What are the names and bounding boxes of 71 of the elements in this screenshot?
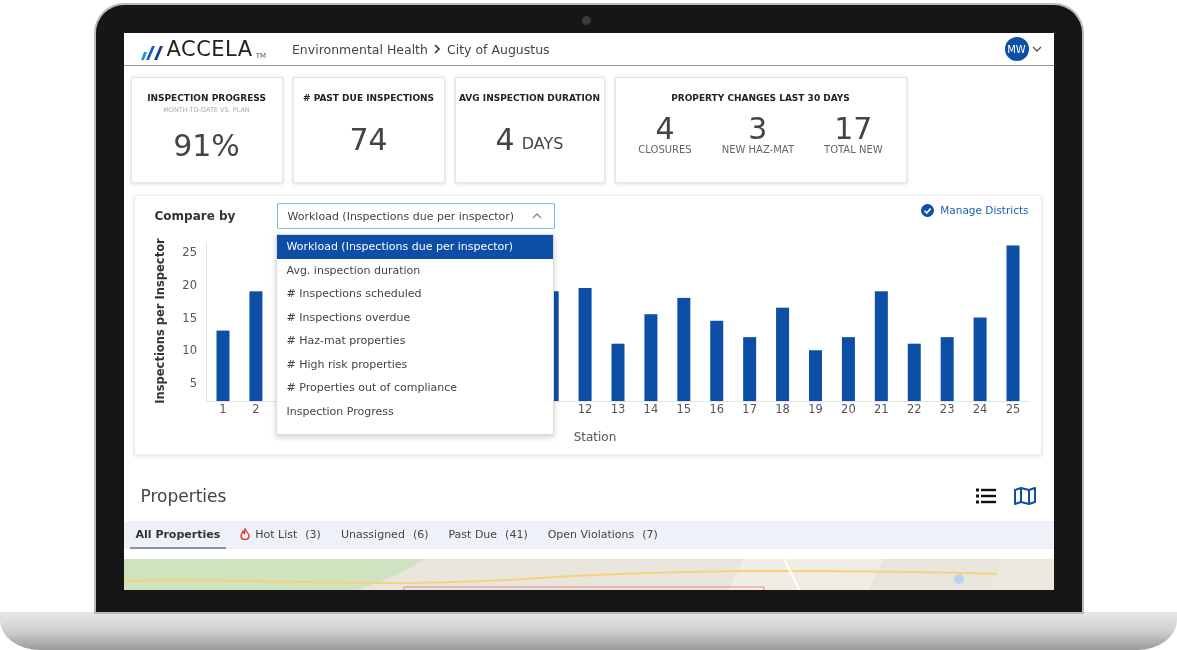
x-tick-label: 23 <box>939 402 954 416</box>
breadcrumb-link[interactable]: Environmental Health <box>291 41 428 57</box>
y-tick-label: 20 <box>181 277 197 292</box>
dropdown-option[interactable]: # Haz-mat properties <box>276 329 553 353</box>
user-avatar[interactable]: MW <box>1004 37 1029 61</box>
x-tick-label: 12 <box>577 402 592 416</box>
x-tick-label: 14 <box>643 402 658 416</box>
filter-tab[interactable]: Past Due (41) <box>442 521 534 549</box>
x-tick-label: 17 <box>741 402 757 416</box>
x-axis-title: Station <box>573 430 616 444</box>
camera-icon <box>581 16 591 25</box>
y-tick-label: 5 <box>189 376 197 390</box>
kpi-value: 91% <box>173 127 240 163</box>
kpi-title: INSPECTION PROGRESS <box>147 93 266 103</box>
manage-districts-link[interactable]: Manage Districts <box>921 203 1029 217</box>
dropdown-option[interactable]: # Properties out of compliance <box>276 376 553 400</box>
x-tick-label: 19 <box>807 402 823 416</box>
x-tick-label: 15 <box>676 402 691 416</box>
kpi-unit: DAYS <box>521 134 564 153</box>
y-tick-label: 10 <box>181 343 197 358</box>
bar <box>216 330 229 401</box>
logo-text: ACCELA <box>166 38 253 60</box>
breadcrumb-link[interactable]: City of Augustus <box>446 41 550 57</box>
bar <box>611 343 624 401</box>
kpi-stat-label: TOTAL NEW <box>824 144 883 155</box>
bar <box>940 337 954 401</box>
dropdown-option[interactable]: Inspection Progress <box>276 399 553 423</box>
kpi-title: # PAST DUE INSPECTIONS <box>302 93 435 103</box>
filter-tab[interactable]: Unassigned (6) <box>334 521 435 549</box>
chevron-right-icon <box>433 44 441 54</box>
bar <box>907 343 921 401</box>
x-tick-label: 16 <box>708 402 724 416</box>
x-tick-label: 20 <box>840 402 856 416</box>
section-title: Properties <box>140 486 227 506</box>
compare-dropdown[interactable]: Workload (Inspections due per inspector) <box>276 203 555 229</box>
y-axis-title: Inspections per Inspector <box>152 238 167 404</box>
kpi-title: PROPERTY CHANGES LAST 30 DAYS <box>671 93 850 103</box>
map-view-icon[interactable] <box>1013 487 1036 505</box>
bar <box>841 337 855 401</box>
compare-label: Compare by <box>154 209 237 223</box>
x-tick-label: 18 <box>774 402 790 416</box>
kpi-stat-label: NEW HAZ-MAT <box>721 144 795 155</box>
kpi-stat-label: CLOSURES <box>638 144 692 155</box>
caret-icon <box>531 213 542 219</box>
x-tick-label: 24 <box>972 402 987 416</box>
kpi-value: 17 <box>834 114 873 144</box>
chevron-down-icon[interactable] <box>1031 45 1042 53</box>
kpi-value: 4 <box>495 122 515 157</box>
bar <box>808 350 822 401</box>
kpi-value: 3 <box>748 114 768 144</box>
dropdown-option[interactable]: # High risk properties <box>276 352 553 376</box>
filter-tab[interactable]: Open Violations (7) <box>541 521 664 549</box>
kpi-value: 4 <box>655 114 675 144</box>
dropdown-option[interactable]: Avg. inspection duration <box>276 258 553 282</box>
kpi-title: AVG INSPECTION DURATION <box>459 93 600 103</box>
dropdown-option[interactable]: Workload (Inspections due per inspector) <box>276 235 553 259</box>
y-tick-label: 15 <box>181 310 197 325</box>
bar <box>742 337 756 401</box>
x-tick-label: 22 <box>906 402 922 416</box>
dropdown-option[interactable]: # Inspections scheduled <box>276 282 553 306</box>
x-tick-label: 13 <box>610 402 625 416</box>
kpi-value: 74 <box>349 122 388 157</box>
list-view-icon[interactable] <box>975 488 996 504</box>
x-tick-label: 2 <box>251 402 260 416</box>
x-tick-label: 21 <box>873 402 889 416</box>
x-tick-label: 1 <box>218 402 227 416</box>
filter-tab[interactable]: Hot List (3) <box>234 521 327 549</box>
dropdown-option[interactable]: # Inspections overdue <box>276 305 553 329</box>
filter-tab[interactable]: All Properties <box>129 521 227 549</box>
y-tick-label: 25 <box>181 245 197 259</box>
x-tick-label: 25 <box>1005 402 1020 416</box>
